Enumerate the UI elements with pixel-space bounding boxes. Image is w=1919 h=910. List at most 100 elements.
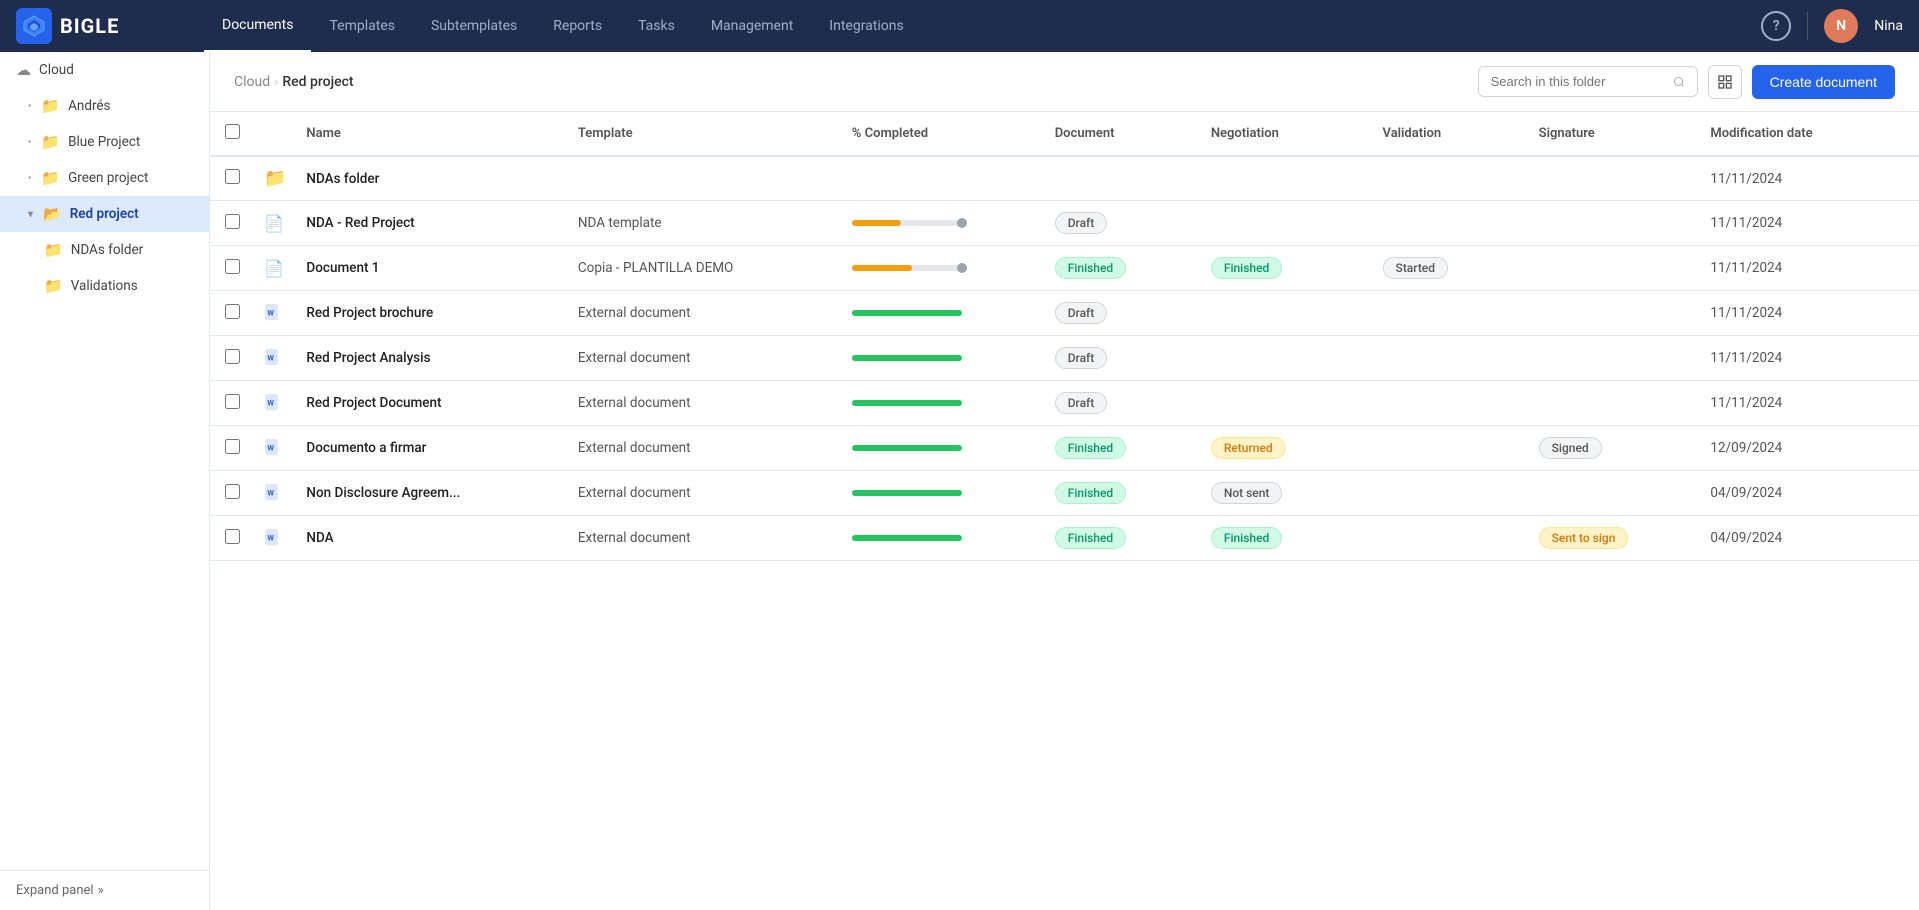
sidebar-item-green-project[interactable]: • 📁 Green project bbox=[0, 160, 209, 196]
breadcrumb-root[interactable]: Cloud bbox=[234, 74, 270, 90]
progress-bar-fill bbox=[852, 355, 962, 361]
progress-bar-wrap bbox=[852, 400, 962, 406]
nav-tasks[interactable]: Tasks bbox=[620, 0, 693, 52]
col-document-header[interactable]: Document bbox=[1045, 112, 1201, 156]
row-signature bbox=[1529, 336, 1701, 381]
row-checkbox[interactable] bbox=[225, 529, 240, 544]
main-layout: ☁ Cloud • 📁 Andrés • 📁 Blue Project • 📁 … bbox=[0, 52, 1919, 910]
table-row[interactable]: W Documento a firmarExternal document Fi… bbox=[210, 426, 1919, 471]
row-checkbox[interactable] bbox=[225, 394, 240, 409]
word-row-icon: W bbox=[264, 393, 284, 413]
row-template: NDA template bbox=[568, 201, 842, 246]
bullet-icon: ▾ bbox=[28, 209, 33, 220]
bullet-icon: • bbox=[28, 101, 31, 112]
row-negotiation bbox=[1201, 291, 1373, 336]
help-button[interactable]: ? bbox=[1761, 11, 1791, 41]
nav-templates[interactable]: Templates bbox=[311, 0, 413, 52]
row-name: Red Project Document bbox=[306, 395, 441, 411]
col-completed-header[interactable]: % Completed bbox=[842, 112, 1045, 156]
sidebar-item-andres[interactable]: • 📁 Andrés bbox=[0, 88, 209, 124]
col-negotiation-header[interactable]: Negotiation bbox=[1201, 112, 1373, 156]
validation-badge: Started bbox=[1383, 257, 1448, 279]
col-signature-header[interactable]: Signature bbox=[1529, 112, 1701, 156]
row-document: Draft bbox=[1045, 291, 1201, 336]
row-date: 11/11/2024 bbox=[1700, 336, 1919, 381]
row-progress bbox=[842, 471, 1045, 516]
sidebar-item-validations[interactable]: 📁 Validations bbox=[0, 268, 209, 304]
row-checkbox[interactable] bbox=[225, 259, 240, 274]
row-document bbox=[1045, 156, 1201, 201]
table-row[interactable]: W Red Project DocumentExternal document … bbox=[210, 381, 1919, 426]
create-document-button[interactable]: Create document bbox=[1752, 65, 1895, 99]
sidebar-item-cloud[interactable]: ☁ Cloud bbox=[0, 52, 209, 88]
logo-text: BIGLE bbox=[60, 14, 119, 38]
row-progress bbox=[842, 201, 1045, 246]
folder-icon-andres: 📁 bbox=[41, 97, 60, 115]
table-row[interactable]: 📄Document 1Copia - PLANTILLA DEMO Finish… bbox=[210, 246, 1919, 291]
table-row[interactable]: 📁NDAs folder11/11/2024 bbox=[210, 156, 1919, 201]
expand-panel-button[interactable]: Expand panel » bbox=[0, 870, 209, 910]
sidebar-label-green: Green project bbox=[68, 170, 148, 186]
view-toggle-button[interactable] bbox=[1708, 65, 1742, 99]
sidebar-item-ndas-folder[interactable]: 📁 NDAs folder bbox=[0, 232, 209, 268]
row-checkbox[interactable] bbox=[225, 169, 240, 184]
progress-bar-wrap bbox=[852, 265, 962, 271]
row-date: 04/09/2024 bbox=[1700, 516, 1919, 561]
col-validation-header[interactable]: Validation bbox=[1373, 112, 1529, 156]
row-name: Red Project brochure bbox=[306, 305, 433, 321]
table-row[interactable]: W Non Disclosure Agreem...External docum… bbox=[210, 471, 1919, 516]
sidebar-item-blue-project[interactable]: • 📁 Blue Project bbox=[0, 124, 209, 160]
progress-dot bbox=[957, 218, 967, 228]
col-template-header[interactable]: Template bbox=[568, 112, 842, 156]
row-checkbox[interactable] bbox=[225, 214, 240, 229]
nav-integrations[interactable]: Integrations bbox=[811, 0, 921, 52]
row-template: External document bbox=[568, 381, 842, 426]
table-row[interactable]: W NDAExternal document FinishedFinishedS… bbox=[210, 516, 1919, 561]
row-validation bbox=[1373, 156, 1529, 201]
row-checkbox[interactable] bbox=[225, 439, 240, 454]
search-box[interactable] bbox=[1478, 66, 1698, 97]
row-checkbox[interactable] bbox=[225, 349, 240, 364]
row-document: Finished bbox=[1045, 516, 1201, 561]
row-date: 11/11/2024 bbox=[1700, 201, 1919, 246]
row-validation bbox=[1373, 336, 1529, 381]
svg-text:W: W bbox=[267, 444, 274, 453]
table-row[interactable]: 📄NDA - Red ProjectNDA template Draft11/1… bbox=[210, 201, 1919, 246]
row-checkbox[interactable] bbox=[225, 304, 240, 319]
row-negotiation: Finished bbox=[1201, 516, 1373, 561]
logo-icon bbox=[16, 8, 52, 44]
col-date-header[interactable]: Modification date bbox=[1700, 112, 1919, 156]
nav-subtemplates[interactable]: Subtemplates bbox=[413, 0, 535, 52]
progress-dot bbox=[957, 263, 967, 273]
expand-panel-label: Expand panel bbox=[16, 883, 94, 898]
breadcrumb-current: Red project bbox=[282, 74, 353, 90]
row-name: NDAs folder bbox=[306, 171, 379, 187]
nav-reports[interactable]: Reports bbox=[535, 0, 620, 52]
progress-bar-wrap bbox=[852, 310, 962, 316]
word-row-icon: W bbox=[264, 528, 284, 548]
select-all-checkbox[interactable] bbox=[225, 124, 240, 139]
row-name: Red Project Analysis bbox=[306, 350, 430, 366]
progress-bar-fill bbox=[852, 400, 962, 406]
folder-icon-blue: 📁 bbox=[41, 133, 60, 151]
row-progress bbox=[842, 516, 1045, 561]
row-checkbox[interactable] bbox=[225, 484, 240, 499]
top-navigation: BIGLE Documents Templates Subtemplates R… bbox=[0, 0, 1919, 52]
svg-text:W: W bbox=[267, 309, 274, 318]
row-progress bbox=[842, 426, 1045, 471]
username: Nina bbox=[1874, 18, 1903, 34]
search-input[interactable] bbox=[1491, 74, 1667, 89]
table-row[interactable]: W Red Project brochureExternal document … bbox=[210, 291, 1919, 336]
row-document: Finished bbox=[1045, 246, 1201, 291]
document-badge: Finished bbox=[1055, 527, 1126, 549]
nav-documents[interactable]: Documents bbox=[204, 0, 311, 52]
folder-icon-red: 📂 bbox=[43, 205, 62, 223]
table-row[interactable]: W Red Project AnalysisExternal document … bbox=[210, 336, 1919, 381]
nav-management[interactable]: Management bbox=[693, 0, 811, 52]
row-progress bbox=[842, 156, 1045, 201]
row-negotiation: Returned bbox=[1201, 426, 1373, 471]
col-name-header[interactable]: Name bbox=[296, 112, 567, 156]
sidebar-item-red-project[interactable]: ▾ 📂 Red project bbox=[0, 196, 209, 232]
document-badge: Draft bbox=[1055, 392, 1108, 414]
progress-bar-fill bbox=[852, 265, 913, 271]
